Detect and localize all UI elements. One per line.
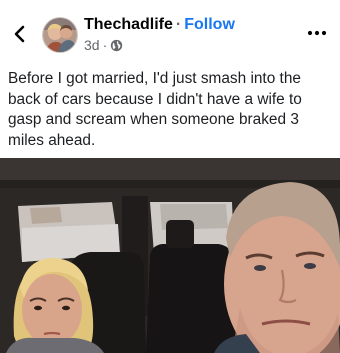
- post-video[interactable]: [0, 158, 340, 353]
- author-name[interactable]: Thechadlife: [84, 16, 173, 33]
- meta-dot: ·: [102, 37, 108, 53]
- post-caption: Before I got married, I'd just smash int…: [8, 70, 302, 149]
- separator-dot: ·: [175, 16, 182, 33]
- author-line: Thechadlife · Follow: [84, 15, 235, 35]
- post-header: Thechadlife · Follow 3d ·: [0, 0, 340, 62]
- post-time[interactable]: 3d: [84, 37, 100, 54]
- avatar[interactable]: [42, 17, 78, 53]
- avatar-image: [43, 18, 77, 52]
- post-screen: Thechadlife · Follow 3d · Before I got mar…: [0, 0, 340, 353]
- post-meta: 3d ·: [84, 37, 123, 54]
- more-options-button[interactable]: [306, 26, 328, 38]
- back-button[interactable]: [10, 20, 30, 48]
- more-horizontal-icon: [307, 30, 327, 36]
- follow-button[interactable]: Follow: [184, 16, 235, 33]
- chevron-left-icon: [14, 25, 25, 43]
- globe-icon[interactable]: [110, 39, 123, 52]
- video-frame: [0, 158, 340, 353]
